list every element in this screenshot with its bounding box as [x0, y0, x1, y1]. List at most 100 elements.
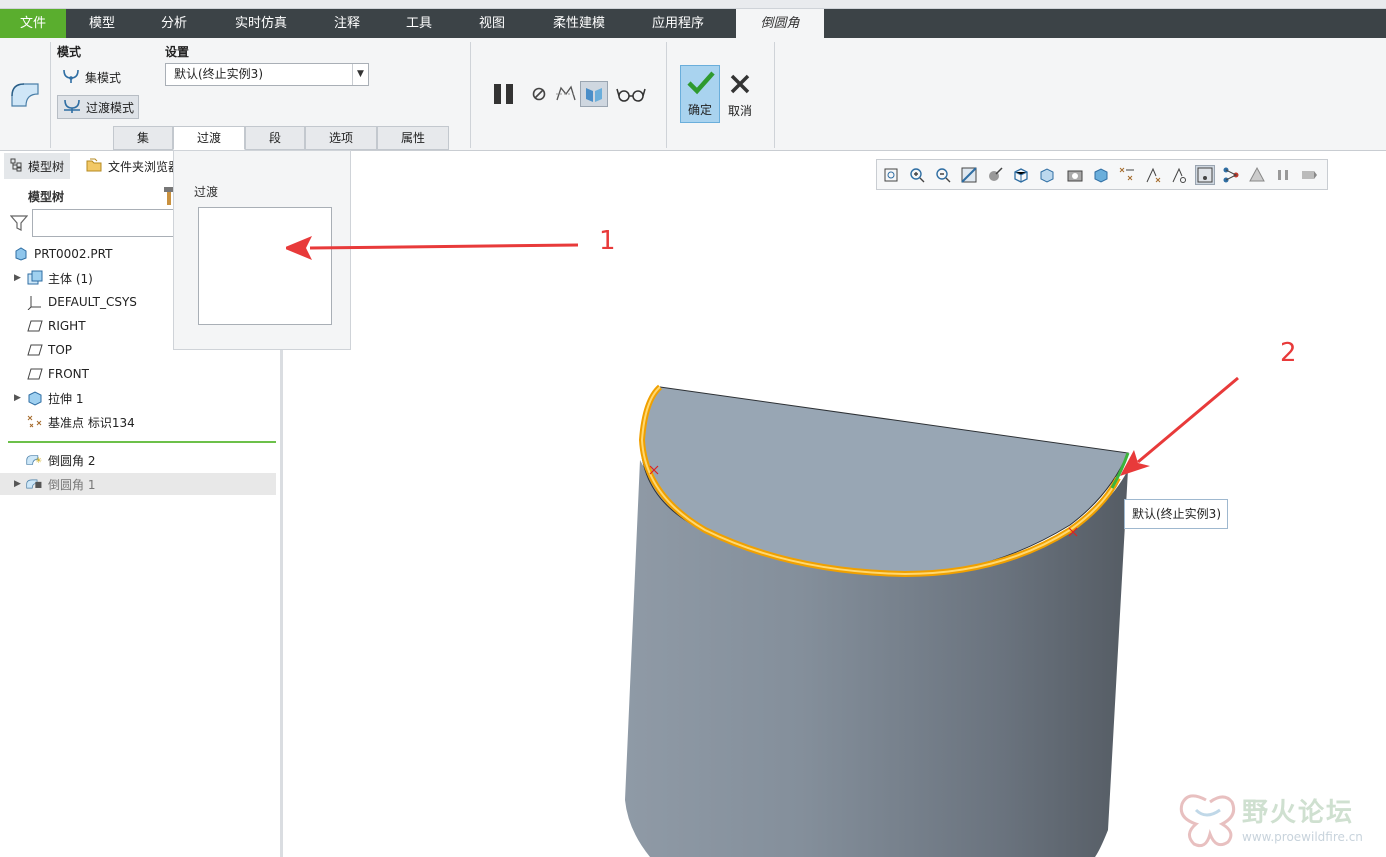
tree-item[interactable]: FRONT: [0, 363, 276, 385]
refit-icon[interactable]: [881, 165, 901, 185]
tab-model[interactable]: 模型: [66, 9, 138, 38]
tree-item-label: FRONT: [48, 367, 89, 381]
tree-item-label: 主体 (1): [48, 271, 93, 286]
menu-bar: 文件 模型 分析 实时仿真 注释 工具 视图 柔性建模 应用程序 倒圆角: [0, 9, 1386, 38]
search-input[interactable]: [32, 209, 182, 237]
glasses-icon[interactable]: [615, 82, 647, 106]
extrude-icon: [26, 390, 44, 406]
tab-flexible-modeling[interactable]: 柔性建模: [528, 9, 630, 38]
annotation-filter-icon[interactable]: [1221, 165, 1241, 185]
datum-plane-icon: [26, 366, 44, 382]
round-icon: ■: [26, 476, 44, 492]
watermark-title: 野火论坛: [1242, 798, 1355, 828]
tab-simulation[interactable]: 实时仿真: [210, 9, 312, 38]
subtab-options[interactable]: 选项: [305, 126, 377, 150]
tab-view[interactable]: 视图: [456, 9, 528, 38]
zoom-out-icon[interactable]: [933, 165, 953, 185]
tab-model-tree-label: 模型树: [28, 159, 65, 174]
tree-item-label: DEFAULT_CSYS: [48, 295, 137, 309]
subtab-pieces[interactable]: 段: [245, 126, 305, 150]
transition-mode-label: 过渡模式: [86, 100, 135, 115]
tab-folder-browser[interactable]: 文件夹浏览器: [80, 153, 176, 179]
tab-folder-browser-label: 文件夹浏览器: [108, 159, 176, 174]
body-icon: [26, 270, 44, 286]
set-mode-label: 集模式: [85, 70, 122, 85]
filter-icon[interactable]: [9, 215, 29, 234]
verify-preview-icon[interactable]: [580, 81, 608, 107]
tree-item[interactable]: ✳ 倒圆角 2: [0, 449, 276, 471]
round-icon: ✳: [26, 452, 44, 468]
part-icon: [12, 246, 30, 262]
transition-tooltip: 默认(终止实例3): [1124, 499, 1228, 529]
ribbon: 模式 集模式 过渡模式 设置 默认(终止实例3) ▼ 集 过渡 段 选项 属性: [0, 38, 1386, 151]
transition-mode-icon: [62, 98, 82, 117]
perspective-view-icon[interactable]: [1247, 165, 1267, 185]
section-icon[interactable]: [1091, 165, 1111, 185]
insert-indicator[interactable]: [8, 441, 276, 443]
datum-point-icon: [26, 414, 44, 430]
tree-item-label: 倒圆角 1: [48, 477, 96, 492]
tree-item-label: TOP: [48, 343, 73, 357]
settings-dropdown[interactable]: 默认(终止实例3) ▼: [165, 63, 369, 86]
next-icon[interactable]: [1299, 165, 1319, 185]
annotation-display-icon[interactable]: [1143, 165, 1163, 185]
separate-preview-icon[interactable]: [554, 82, 578, 106]
checkmark-icon: [686, 70, 716, 99]
tree-item[interactable]: 基准点 标识134: [0, 411, 276, 433]
tree-item[interactable]: ▶ ■ 倒圆角 1: [0, 473, 276, 495]
tree-icon: [10, 158, 24, 175]
settings-dropdown-value: 默认(终止实例3): [174, 67, 263, 81]
subtab-sets[interactable]: 集: [113, 126, 173, 150]
subtab-transitions[interactable]: 过渡: [173, 126, 245, 150]
pause-icon[interactable]: [490, 80, 518, 108]
new-feature-marker-icon: ✳: [35, 455, 42, 465]
tree-item-label: PRT0002.PRT: [34, 247, 113, 261]
tree-item-label: 基准点 标识134: [48, 415, 135, 430]
perspective-icon[interactable]: [985, 165, 1005, 185]
datum-plane-icon: [26, 342, 44, 358]
round-feature-icon: [8, 78, 42, 112]
display-filters-icon[interactable]: [1195, 165, 1215, 185]
cancel-button[interactable]: 取消: [720, 65, 760, 123]
graphics-toolbar: [876, 159, 1328, 190]
app-window: { "menu": { "tabs": [ {"label": "文件"}, {…: [0, 0, 1386, 857]
tab-file[interactable]: 文件: [0, 9, 66, 38]
datum-display-icon[interactable]: [1117, 165, 1137, 185]
tab-model-tree[interactable]: 模型树: [4, 153, 71, 179]
set-mode-button[interactable]: 集模式: [57, 65, 125, 89]
ok-label: 确定: [687, 103, 712, 117]
repaint-icon[interactable]: [959, 165, 979, 185]
tab-annotate[interactable]: 注释: [312, 9, 382, 38]
zoom-in-icon[interactable]: [907, 165, 927, 185]
transition-mode-button[interactable]: 过渡模式: [57, 95, 140, 119]
annotation-arrow-1: [309, 243, 579, 250]
saved-views-icon[interactable]: [1037, 165, 1057, 185]
mode-label: 模式: [57, 45, 82, 59]
display-style-icon[interactable]: [1011, 165, 1031, 185]
tab-analysis[interactable]: 分析: [138, 9, 210, 38]
tab-applications[interactable]: 应用程序: [630, 9, 726, 38]
title-strip: [0, 0, 1386, 9]
close-icon: [729, 74, 751, 97]
watermark: 野火论坛 www.proewildfire.cn: [1176, 790, 1386, 850]
tab-tools[interactable]: 工具: [382, 9, 456, 38]
chevron-right-icon[interactable]: ▶: [14, 273, 26, 283]
folder-icon: [86, 157, 104, 176]
subtab-properties[interactable]: 属性: [377, 126, 449, 150]
chevron-right-icon[interactable]: ▶: [14, 479, 26, 489]
forum-logo-icon: [1179, 794, 1236, 848]
no-preview-icon[interactable]: [529, 84, 549, 104]
ok-button[interactable]: 确定: [680, 65, 720, 123]
tree-item[interactable]: ▶ 拉伸 1: [0, 387, 276, 409]
tab-round[interactable]: 倒圆角: [736, 9, 824, 38]
tree-item-label: 拉伸 1: [48, 391, 84, 406]
chevron-right-icon[interactable]: ▶: [14, 393, 26, 403]
pause-animation-icon[interactable]: [1273, 165, 1293, 185]
cancel-label: 取消: [727, 104, 752, 118]
annotation-label-1: 1: [599, 226, 616, 256]
view-manager-icon[interactable]: [1065, 165, 1085, 185]
spin-center-icon[interactable]: [1169, 165, 1189, 185]
datum-plane-icon: [26, 318, 44, 334]
csys-icon: [26, 294, 44, 310]
annotation-arrow-2: [1137, 376, 1239, 464]
